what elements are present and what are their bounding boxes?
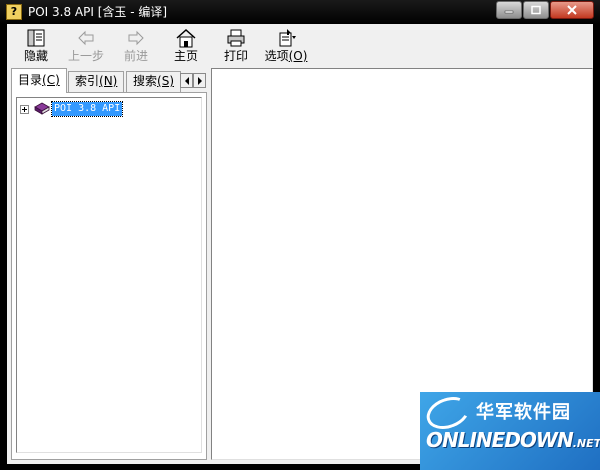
maximize-button[interactable] bbox=[523, 1, 549, 19]
help-app-icon[interactable]: ? bbox=[6, 4, 22, 20]
tab-contents[interactable]: 目录(C) bbox=[11, 68, 67, 93]
forward-label: 前进 bbox=[123, 49, 148, 63]
home-icon bbox=[176, 28, 196, 48]
options-label: 选项(O) bbox=[264, 49, 308, 63]
book-icon bbox=[34, 102, 50, 115]
window-title: POI 3.8 API [含玉 - 编译] bbox=[28, 5, 168, 19]
print-label: 打印 bbox=[223, 49, 248, 63]
tree-item[interactable]: POI 3.8 API bbox=[20, 101, 124, 117]
maximize-icon bbox=[531, 5, 541, 15]
hide-pane-icon bbox=[27, 29, 45, 47]
contents-tree[interactable]: POI 3.8 API bbox=[16, 97, 202, 453]
watermark-top-text: 华军软件园 bbox=[476, 402, 571, 423]
tab-scroll-controls bbox=[180, 73, 206, 88]
forward-arrow-icon bbox=[128, 30, 144, 46]
back-button[interactable]: 上一步 bbox=[61, 24, 111, 65]
home-label: 主页 bbox=[173, 49, 198, 63]
back-arrow-icon bbox=[78, 30, 94, 46]
expand-plus-icon[interactable] bbox=[20, 104, 29, 114]
printer-icon bbox=[227, 29, 245, 47]
tab-scroll-right-button[interactable] bbox=[193, 73, 206, 88]
nav-tab-strip: 目录(C) 索引(N) 搜索(S) bbox=[11, 68, 207, 93]
print-button[interactable]: 打印 bbox=[211, 24, 261, 65]
hide-button[interactable]: 隐藏 bbox=[11, 24, 61, 65]
site-watermark: 华军软件园 ONLINEDOWN.NET bbox=[420, 392, 600, 470]
home-button[interactable]: 主页 bbox=[161, 24, 211, 65]
forward-button[interactable]: 前进 bbox=[111, 24, 161, 65]
minimize-icon bbox=[504, 10, 514, 14]
watermark-bottom-text: ONLINEDOWN.NET bbox=[426, 428, 600, 452]
help-viewer-window: ? POI 3.8 API [含玉 - 编译] 隐藏 上一步 前进 主页 打印 … bbox=[0, 0, 600, 470]
window-controls bbox=[495, 1, 594, 19]
options-button[interactable]: 选项(O) bbox=[261, 24, 311, 65]
tab-scroll-left-button[interactable] bbox=[180, 73, 193, 88]
tab-index[interactable]: 索引(N) bbox=[68, 71, 125, 92]
navigation-pane: 目录(C) 索引(N) 搜索(S) POI 3.8 API bbox=[11, 68, 207, 460]
tab-search[interactable]: 搜索(S) bbox=[126, 71, 181, 92]
close-icon bbox=[567, 5, 577, 15]
tree-item-label[interactable]: POI 3.8 API bbox=[50, 101, 124, 117]
close-button[interactable] bbox=[550, 1, 594, 19]
toolbar: 隐藏 上一步 前进 主页 打印 选项(O) bbox=[7, 24, 593, 67]
minimize-button[interactable] bbox=[496, 1, 522, 19]
options-icon bbox=[279, 29, 296, 47]
back-label: 上一步 bbox=[67, 49, 104, 63]
hide-label: 隐藏 bbox=[23, 49, 48, 63]
title-bar[interactable]: ? POI 3.8 API [含玉 - 编译] bbox=[0, 0, 600, 24]
contents-panel: POI 3.8 API bbox=[11, 92, 207, 460]
